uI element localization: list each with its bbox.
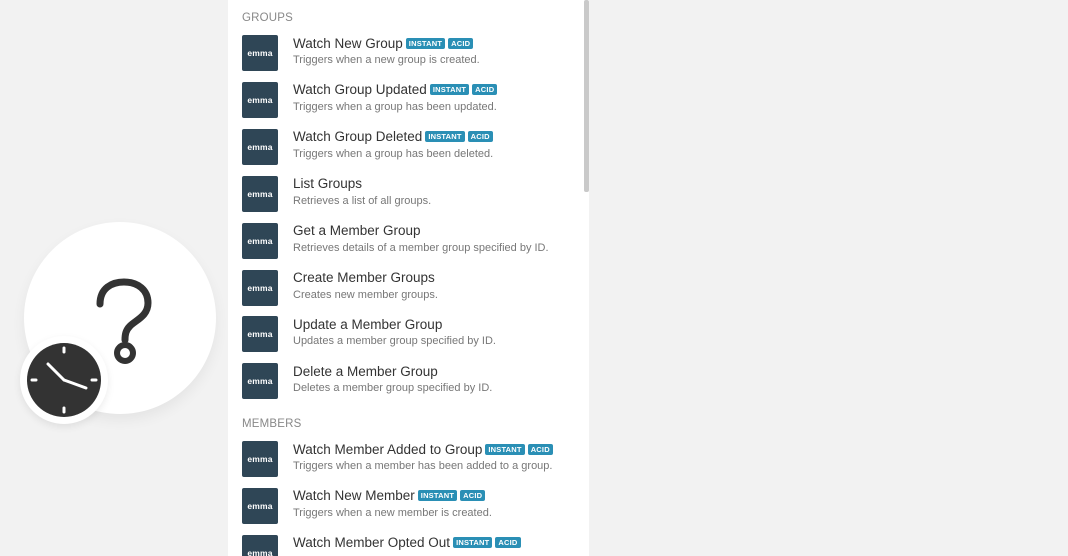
- module-title-text: Watch Member Added to Group: [293, 441, 483, 457]
- clock-icon: [27, 343, 101, 417]
- module-title-text: Get a Member Group: [293, 223, 421, 239]
- module-title: List Groups: [293, 176, 362, 192]
- module-description: Retrieves details of a member group spec…: [293, 241, 549, 254]
- module-list: GROUPS emma Watch New Group INSTANT ACID Trig…: [228, 0, 570, 556]
- emma-app-icon: emma: [242, 222, 278, 259]
- badge-instant: INSTANT: [453, 537, 493, 549]
- badge-acid: ACID: [448, 37, 474, 49]
- module-title: Get a Member Group: [293, 223, 421, 239]
- emma-app-icon: emma: [242, 81, 278, 118]
- module-title: Update a Member Group: [293, 316, 442, 332]
- badge-instant: INSTANT: [425, 131, 465, 143]
- module-item[interactable]: emma Watch New Group INSTANT ACID Triggers w…: [228, 35, 570, 81]
- module-description: Retrieves a list of all groups.: [293, 194, 432, 207]
- module-description: Triggers when a group has been updated.: [293, 100, 497, 113]
- module-item[interactable]: emma Watch Member Added to Group INSTANT AC…: [228, 441, 570, 487]
- badge-instant: INSTANT: [485, 443, 525, 455]
- module-item[interactable]: emma List Groups Retrieves a list of all g…: [228, 175, 570, 222]
- module-title-text: Delete a Member Group: [293, 363, 438, 379]
- badge-acid: ACID: [472, 84, 498, 96]
- badge-acid: ACID: [460, 490, 486, 502]
- emma-app-icon: emma: [242, 175, 278, 212]
- module-title: Watch Member Opted Out INSTANT ACID: [293, 535, 521, 551]
- module-title-text: Watch New Member: [293, 488, 415, 504]
- module-title-text: Watch Member Opted Out: [293, 535, 451, 551]
- module-list-panel: GROUPS emma Watch New Group INSTANT ACID Trig…: [228, 0, 589, 556]
- emma-app-icon: emma: [242, 534, 278, 556]
- badge-acid: ACID: [495, 537, 521, 549]
- module-title: Watch New Group INSTANT ACID: [293, 35, 474, 51]
- emma-app-icon: emma: [242, 316, 278, 353]
- module-title-text: List Groups: [293, 176, 363, 192]
- module-description: Triggers when a group has been deleted.: [293, 147, 494, 160]
- module-title-text: Create Member Groups: [293, 270, 435, 285]
- section-header-members: MEMBERS: [242, 418, 302, 430]
- emma-app-icon: emma: [242, 35, 278, 71]
- module-description: Triggers when a new member is created.: [293, 506, 492, 519]
- module-title-text: Watch New Group: [293, 35, 403, 51]
- emma-app-icon: emma: [242, 128, 278, 165]
- badge-instant: INSTANT: [405, 37, 446, 49]
- module-item[interactable]: emma Watch Group Deleted INSTANT ACID Trigge…: [228, 128, 570, 175]
- module-description: Creates new member groups.: [293, 288, 438, 301]
- module-list-scrollbar[interactable]: [584, 0, 589, 192]
- module-title: Delete a Member Group: [293, 363, 438, 379]
- trigger-clock-badge[interactable]: [20, 336, 108, 424]
- module-item[interactable]: emma Delete a Member Group Deletes a membe…: [228, 363, 570, 409]
- module-title: Watch Group Updated INSTANT ACID: [293, 82, 498, 98]
- module-description: Deletes a member group specified by ID.: [293, 382, 493, 395]
- badge-acid: ACID: [527, 443, 553, 455]
- emma-app-icon: emma: [242, 441, 278, 477]
- module-item[interactable]: emma Update a Member Group Updates a membe…: [228, 316, 570, 362]
- module-item[interactable]: emma Watch Member Opted Out INSTANT ACID: [228, 534, 570, 556]
- badge-acid: ACID: [467, 131, 493, 143]
- module-item[interactable]: emma Watch Group Updated INSTANT ACID Trigge…: [228, 81, 570, 128]
- module-item[interactable]: emma Get a Member Group Retrieves details …: [228, 222, 570, 269]
- badge-instant: INSTANT: [429, 84, 470, 96]
- emma-app-icon: emma: [242, 363, 278, 400]
- module-title-text: Watch Group Deleted: [293, 129, 423, 145]
- emma-app-icon: emma: [242, 269, 278, 306]
- module-title-text: Update a Member Group: [293, 316, 443, 332]
- section-header-groups: GROUPS: [242, 12, 294, 24]
- module-description: Triggers when a new group is created.: [293, 54, 480, 66]
- module-title: Create Member Groups: [293, 270, 435, 286]
- module-description: Updates a member group specified by ID.: [293, 335, 496, 348]
- module-title: Watch Group Deleted INSTANT ACID: [293, 129, 493, 145]
- module-description: Triggers when a member has been added to…: [293, 460, 553, 472]
- emma-app-icon: emma: [242, 487, 278, 524]
- module-title: Watch Member Added to Group INSTANT ACID: [293, 441, 553, 457]
- module-item[interactable]: emma Watch New Member INSTANT ACID Triggers …: [228, 487, 570, 534]
- module-title: Watch New Member INSTANT ACID: [293, 488, 486, 504]
- module-title-text: Watch Group Updated: [293, 82, 427, 98]
- module-item[interactable]: emma Create Member Groups Creates new memb…: [228, 269, 570, 316]
- badge-instant: INSTANT: [417, 490, 458, 502]
